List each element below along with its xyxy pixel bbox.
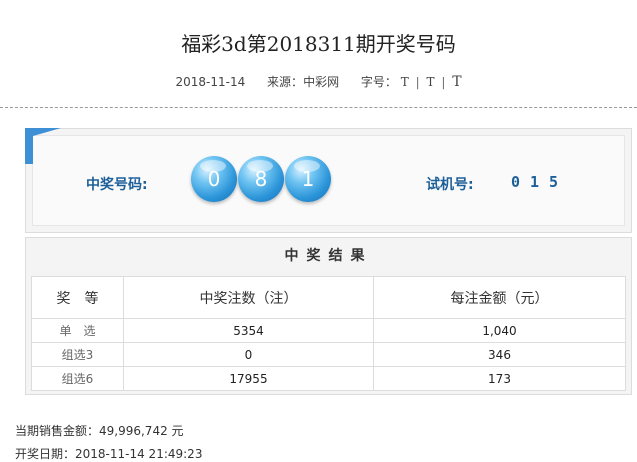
source-label: 来源： bbox=[267, 75, 304, 89]
font-size-small-button[interactable]: T bbox=[401, 75, 409, 89]
draw-date: 开奖日期：2018-11-14 21:49:23 bbox=[15, 447, 203, 461]
divider bbox=[0, 107, 637, 108]
prize-amount: 173 bbox=[373, 366, 626, 391]
corner-accent-icon bbox=[25, 128, 61, 164]
font-size-switch: 字号： T | T | T bbox=[360, 74, 462, 90]
source-value: 中彩网 bbox=[303, 75, 340, 89]
prize-level: 组选6 bbox=[31, 366, 124, 391]
draw-panel: 中奖号码: 0 8 1 试机号: 015 bbox=[25, 128, 632, 233]
table-row: 单 选 5354 1,040 bbox=[31, 318, 626, 343]
font-size-label: 字号： bbox=[360, 75, 397, 89]
table-row: 组选6 17955 173 bbox=[31, 366, 626, 391]
table-header-row: 奖 等 中奖注数（注） 每注金额（元） bbox=[31, 276, 626, 319]
prize-level: 组选3 bbox=[31, 342, 124, 367]
winning-ball: 8 bbox=[238, 156, 284, 202]
font-size-separator: | bbox=[415, 75, 420, 89]
prize-amount: 1,040 bbox=[373, 318, 626, 343]
prize-level: 单 选 bbox=[31, 318, 124, 343]
font-size-large-button[interactable]: T bbox=[452, 74, 461, 90]
page-title: 福彩3d第2018311期开奖号码 bbox=[181, 32, 456, 56]
article-meta: 2018-11-14 来源：中彩网 字号： T | T | T bbox=[0, 73, 637, 90]
header-count: 中奖注数（注） bbox=[123, 276, 374, 319]
font-size-medium-button[interactable]: T bbox=[426, 75, 434, 89]
header-level: 奖 等 bbox=[31, 276, 124, 319]
table-row: 组选3 0 346 bbox=[31, 342, 626, 367]
header-amount: 每注金额（元） bbox=[373, 276, 626, 319]
results-title: 中奖结果 bbox=[284, 248, 373, 264]
winner-count: 0 bbox=[123, 342, 374, 367]
winning-ball: 0 bbox=[191, 156, 237, 202]
results-panel: 中奖结果 奖 等 中奖注数（注） 每注金额（元） 单 选 5354 1,040 … bbox=[25, 237, 632, 395]
winning-ball: 1 bbox=[285, 156, 331, 202]
winner-count: 5354 bbox=[123, 318, 374, 343]
winner-count: 17955 bbox=[123, 366, 374, 391]
source: 来源：中彩网 bbox=[267, 75, 339, 89]
test-number-label: 试机号: bbox=[426, 177, 474, 193]
test-number-value: 015 bbox=[511, 173, 569, 191]
results-table: 奖 等 中奖注数（注） 每注金额（元） 单 选 5354 1,040 组选3 0… bbox=[31, 276, 626, 391]
font-size-separator: | bbox=[441, 75, 446, 89]
prize-amount: 346 bbox=[373, 342, 626, 367]
publish-date: 2018-11-14 bbox=[175, 75, 246, 89]
sales-amount: 当期销售金额：49,996,742 元 bbox=[15, 424, 184, 438]
winning-number-label: 中奖号码: bbox=[86, 177, 148, 193]
